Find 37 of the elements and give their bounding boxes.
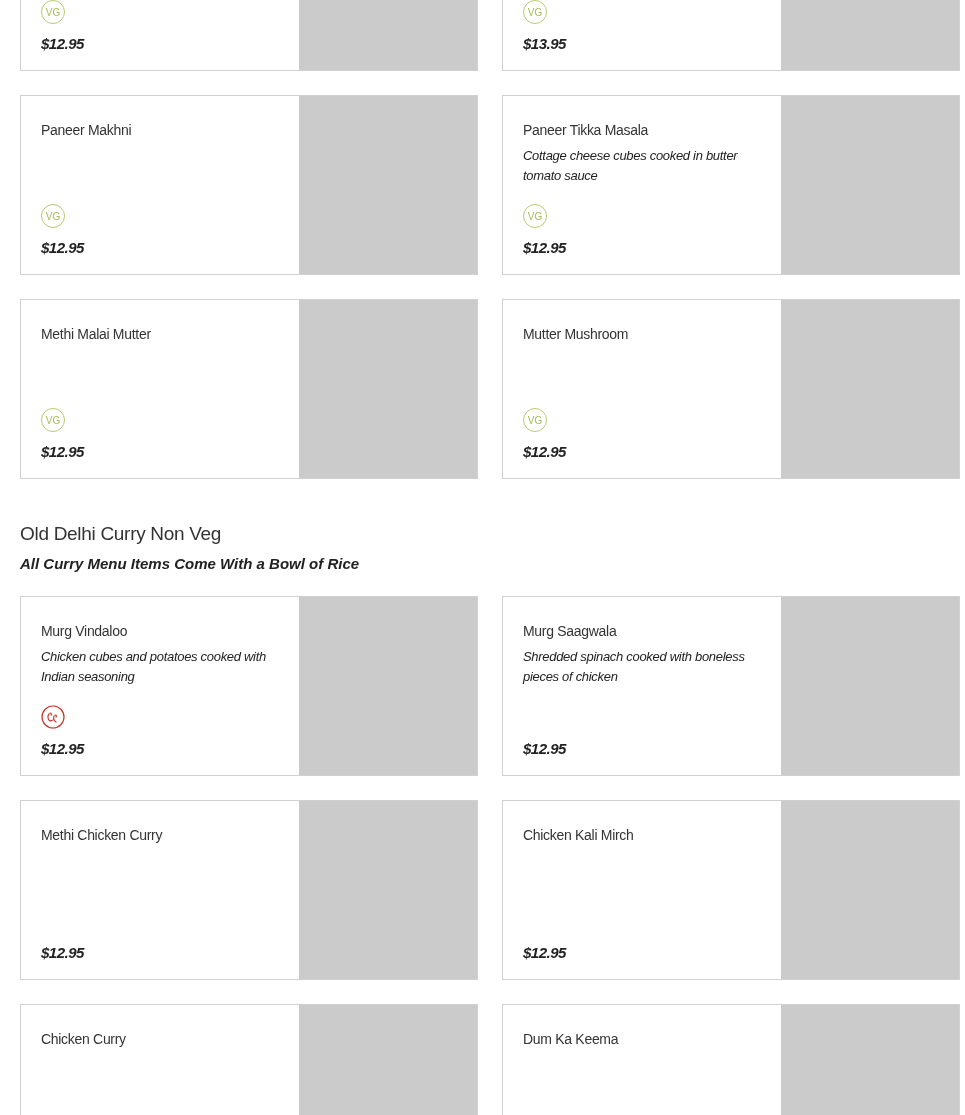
item-name: Paneer Tikka Masala xyxy=(523,122,649,138)
item-name: Dum Ka Keema xyxy=(523,1031,619,1047)
item-price: $12.95 xyxy=(523,443,566,460)
item-price: $12.95 xyxy=(523,944,566,961)
item-price: $12.95 xyxy=(41,35,84,52)
item-price: $13.95 xyxy=(523,35,566,52)
menu-item-card[interactable]: VG $12.95 xyxy=(20,0,478,71)
item-name: Methi Malai Mutter xyxy=(41,326,151,342)
item-price: $12.95 xyxy=(41,740,84,757)
item-name: Methi Chicken Curry xyxy=(41,827,163,843)
menu-item-card[interactable]: Murg Vindaloo Chicken cubes and potatoes cooked with Indian seasoning $12.95 xyxy=(20,596,478,776)
item-price: $12.95 xyxy=(523,740,566,757)
item-price: $12.95 xyxy=(523,239,566,256)
item-price: $12.95 xyxy=(41,443,84,460)
section-subtitle: All Curry Menu Items Come With a Bowl of Rice xyxy=(20,555,361,572)
item-description: Shredded spinach cooked with boneless pieces of chicken xyxy=(523,648,746,686)
menu-item-card[interactable]: Chicken Curry xyxy=(20,1004,478,1115)
menu-item-card[interactable]: Paneer Tikka Masala Cottage cheese cubes cooked in butter tomato sauce VG $12.95 xyxy=(502,95,960,275)
menu-item-card[interactable]: Mutter Mushroom VG $12.95 xyxy=(502,299,960,479)
item-name: Mutter Mushroom xyxy=(523,326,629,342)
menu-item-card[interactable]: VG $13.95 xyxy=(502,0,960,71)
item-description: Cottage cheese cubes cooked in butter tomato sauce xyxy=(523,147,739,185)
item-description: Chicken cubes and potatoes cooked with Indian seasoning xyxy=(41,648,267,686)
menu-item-card[interactable]: Methi Chicken Curry $12.95 xyxy=(20,800,478,980)
menu-item-card[interactable]: Chicken Kali Mirch $12.95 xyxy=(502,800,960,980)
item-name: Murg Vindaloo xyxy=(41,623,128,639)
item-name: Chicken Kali Mirch xyxy=(523,827,634,843)
menu-item-card[interactable]: Dum Ka Keema xyxy=(502,1004,960,1115)
section-title: Old Delhi Curry Non Veg xyxy=(20,523,223,545)
item-price: $12.95 xyxy=(41,239,84,256)
menu-item-card[interactable]: Murg Saagwala Shredded spinach cooked with boneless pieces of chicken $12.95 xyxy=(502,596,960,776)
menu-item-card[interactable]: Paneer Makhni VG $12.95 xyxy=(20,95,478,275)
item-name: Murg Saagwala xyxy=(523,623,617,639)
menu-item-card[interactable]: Methi Malai Mutter VG $12.95 xyxy=(20,299,478,479)
item-name: Chicken Curry xyxy=(41,1031,126,1047)
item-price: $12.95 xyxy=(41,944,84,961)
item-name: Paneer Makhni xyxy=(41,122,132,138)
